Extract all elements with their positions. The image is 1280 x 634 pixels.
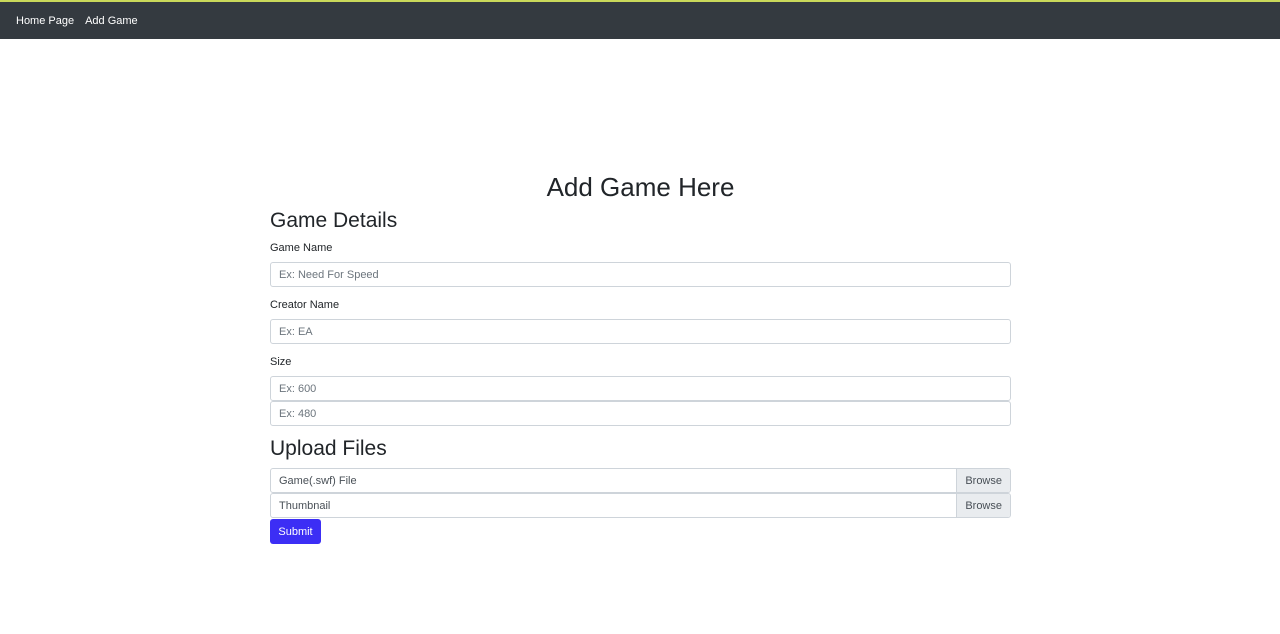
game-file-label: Game(.swf) File [279,474,357,487]
page-title: Add Game Here [546,172,735,202]
creator-name-label: Creator Name [270,299,340,311]
size-height-input[interactable] [270,401,1011,426]
game-file-browse-button[interactable]: Browse [956,469,1010,492]
game-file-input[interactable]: Game(.swf) File Browse [270,468,1011,493]
size-label: Size [270,356,292,368]
game-name-input[interactable] [270,262,1011,287]
thumbnail-file-label: Thumbnail [279,499,331,512]
size-width-input[interactable] [270,376,1011,401]
nav-home-page-link[interactable]: Home Page [16,15,74,27]
top-navbar: Home Page Add Game [0,0,1280,39]
submit-button[interactable]: Submit [270,519,321,544]
thumbnail-file-input[interactable]: Thumbnail Browse [270,493,1011,518]
nav-add-game-link[interactable]: Add Game [85,15,138,27]
upload-files-heading: Upload Files [270,437,387,460]
game-details-heading: Game Details [270,209,398,232]
thumbnail-browse-button[interactable]: Browse [956,494,1010,517]
creator-name-input[interactable] [270,319,1011,344]
game-name-label: Game Name [270,242,333,254]
